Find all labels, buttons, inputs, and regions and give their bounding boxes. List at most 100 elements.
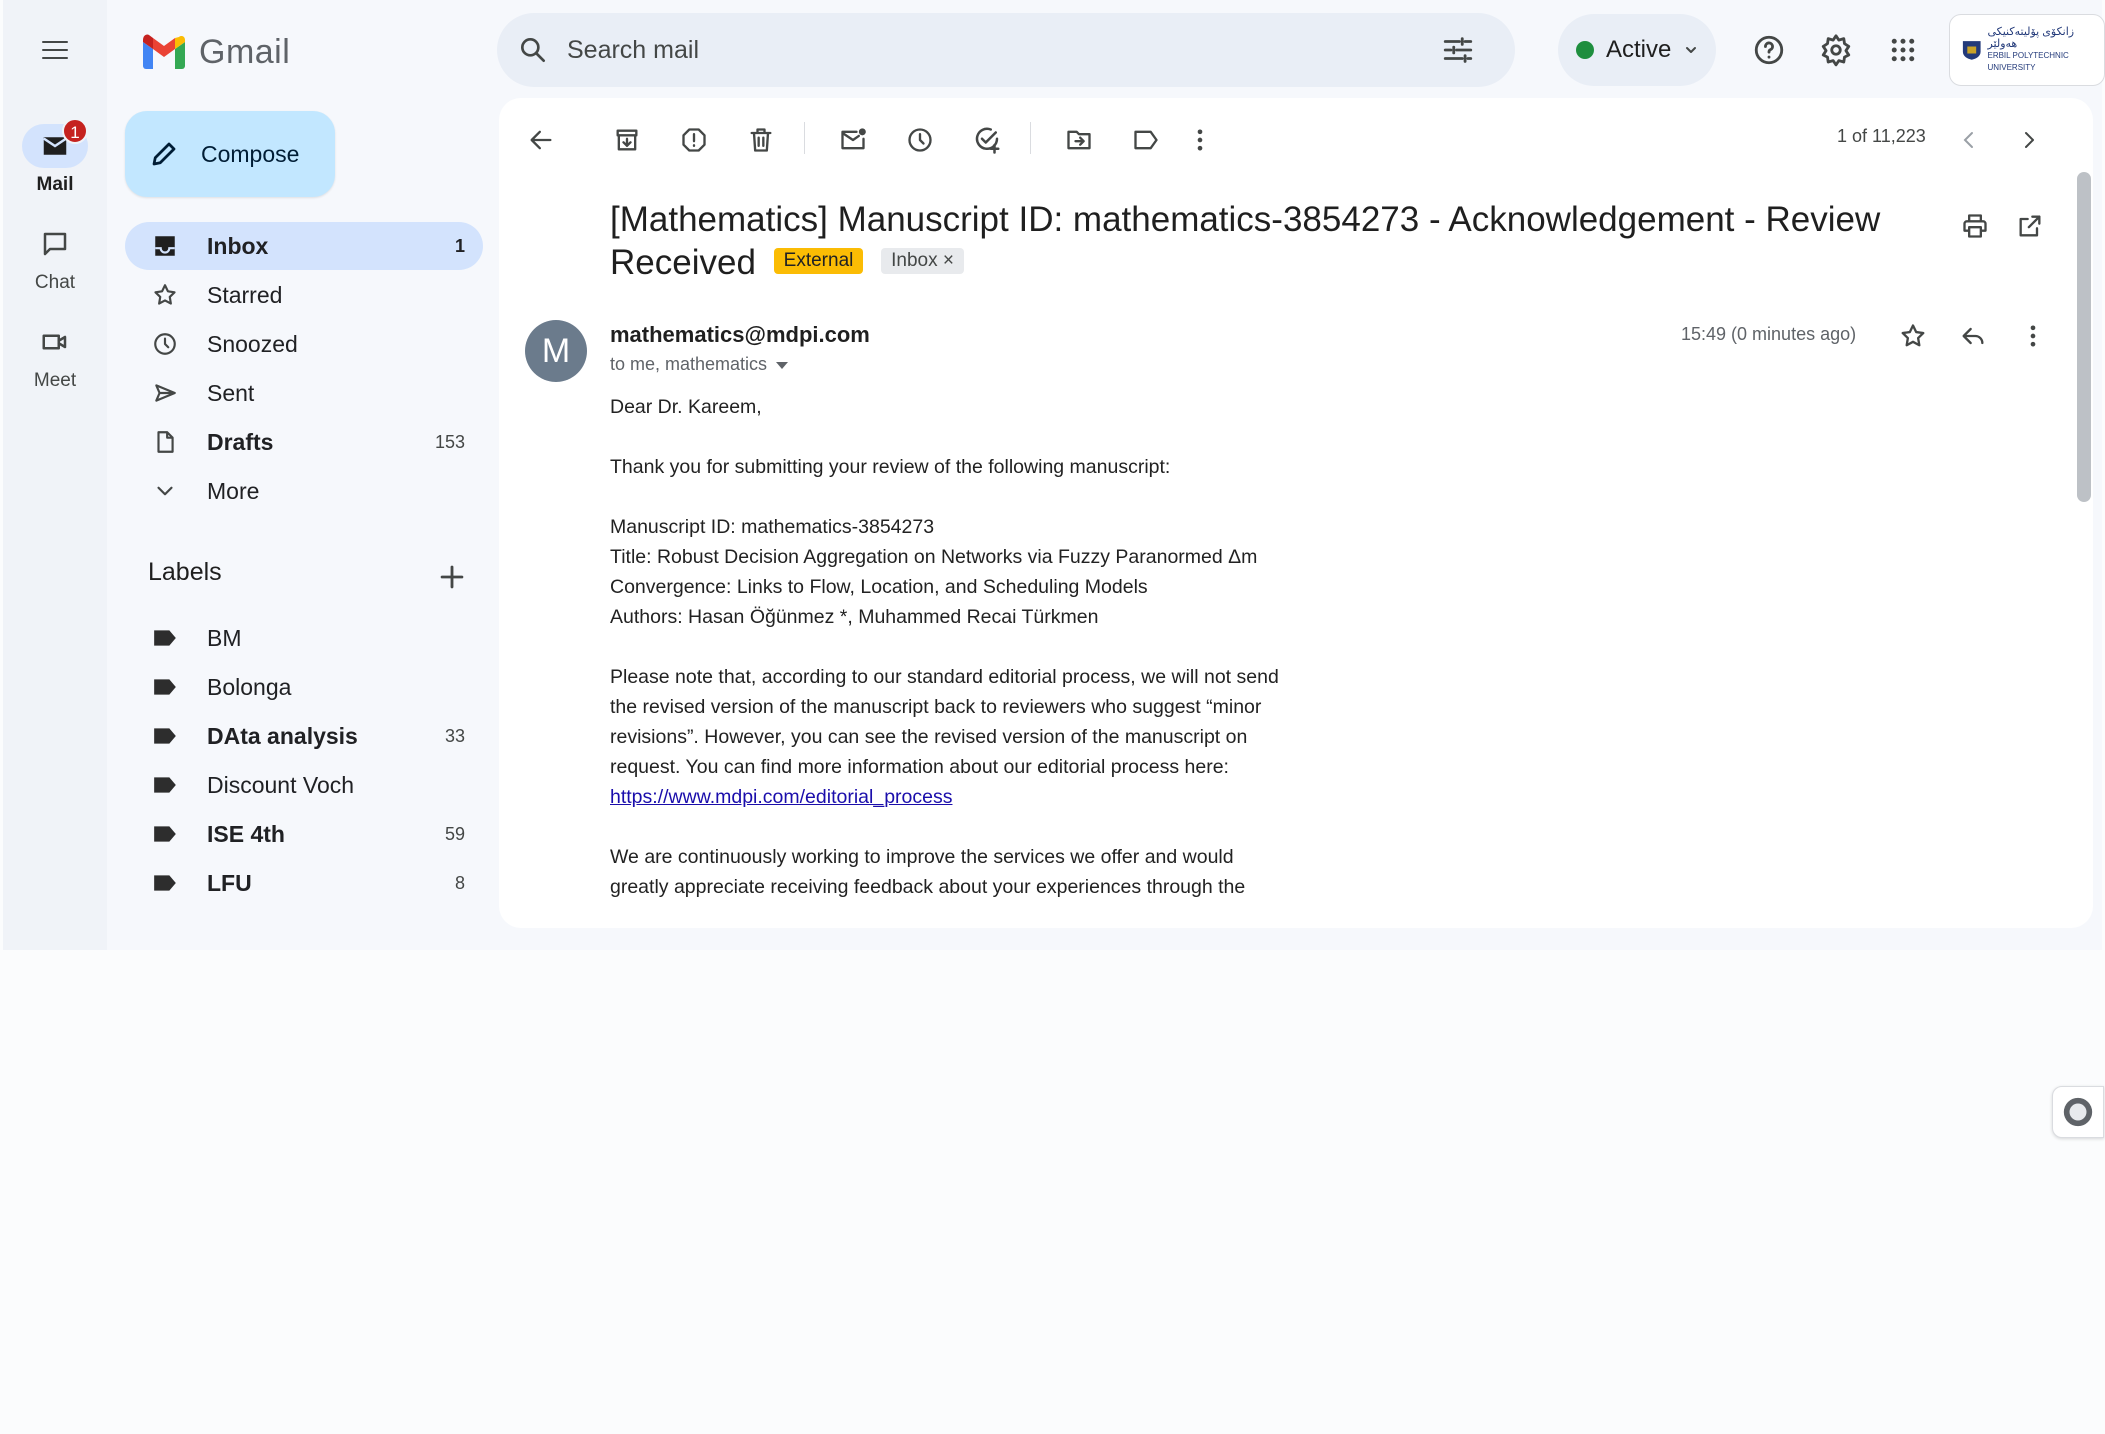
reply-button[interactable] <box>1953 316 1993 356</box>
main-menu-button[interactable] <box>35 30 75 70</box>
label-tag-icon <box>154 728 176 744</box>
reply-icon <box>1962 327 1984 345</box>
labels-heading: Labels <box>148 558 222 586</box>
nav-sent[interactable]: Sent <box>125 369 483 417</box>
message-scrollbar[interactable] <box>2077 172 2091 502</box>
status-dropdown[interactable]: Active <box>1558 14 1716 86</box>
search-bar[interactable] <box>497 13 1515 87</box>
nav-drafts[interactable]: Drafts 153 <box>125 418 483 466</box>
message-more-button[interactable] <box>2013 316 2053 356</box>
label-item-lfu[interactable]: LFU 8 <box>125 859 483 907</box>
plus-icon <box>440 565 464 589</box>
rail-mail[interactable]: 1 Mail <box>3 118 107 196</box>
nav-starred[interactable]: Starred <box>125 271 483 319</box>
recipients[interactable]: to me, mathematics <box>610 354 789 375</box>
external-chip: External <box>773 247 864 274</box>
add-to-tasks-button[interactable] <box>967 120 1007 160</box>
body-manuscript-details: Manuscript ID: mathematics-3854273 Title… <box>610 512 1290 632</box>
add-task-icon <box>975 127 1000 154</box>
chevron-left-icon <box>1963 132 1973 148</box>
settings-button[interactable] <box>1814 28 1858 72</box>
label-item-label: LFU <box>207 869 252 896</box>
label-item-count: 59 <box>444 823 465 844</box>
nav-inbox[interactable]: Inbox 1 <box>125 222 483 270</box>
sender-address[interactable]: mathematics@mdpi.com <box>610 322 870 348</box>
account-button[interactable]: زانکۆی پۆلیتەکنیکی هەولێر ERBIL POLYTECH… <box>1949 14 2105 86</box>
help-button[interactable] <box>1747 28 1791 72</box>
label-item-label: ISE 4th <box>207 820 285 847</box>
body-greeting: Dear Dr. Kareem, <box>610 396 762 418</box>
compose-label: Compose <box>201 140 300 167</box>
editorial-process-link[interactable]: https://www.mdpi.com/editorial_process <box>610 786 952 808</box>
label-item-label: Bolonga <box>207 673 292 700</box>
sender-avatar[interactable]: M <box>525 320 587 382</box>
gear-icon <box>1821 34 1851 67</box>
label-item-discount-voch[interactable]: Discount Voch <box>125 761 483 809</box>
star-button[interactable] <box>1893 316 1933 356</box>
label-item-label: BM <box>207 624 242 651</box>
draft-icon <box>157 431 174 453</box>
archive-button[interactable] <box>607 120 647 160</box>
print-button[interactable] <box>1955 206 1995 246</box>
label-item-bolonga[interactable]: Bolonga <box>125 663 483 711</box>
nav-drafts-count: 153 <box>434 431 465 452</box>
nav-more-label: More <box>207 477 260 504</box>
label-item-ise-4th[interactable]: ISE 4th 59 <box>125 810 483 858</box>
tune-icon <box>1443 37 1473 63</box>
label-outline-icon <box>1134 130 1158 150</box>
search-options-button[interactable] <box>1441 33 1475 67</box>
delete-button[interactable] <box>741 120 781 160</box>
star-icon <box>154 284 176 305</box>
nav-starred-label: Starred <box>207 281 283 308</box>
rail-meet[interactable]: Meet <box>3 320 107 392</box>
chat-icon <box>43 232 67 256</box>
inbox-chip-label: Inbox <box>891 249 938 271</box>
nav-snoozed[interactable]: Snoozed <box>125 320 483 368</box>
send-icon <box>155 384 176 402</box>
newer-button[interactable] <box>1949 120 1989 160</box>
mark-unread-button[interactable] <box>833 120 873 160</box>
inbox-icon <box>155 236 175 256</box>
create-label-button[interactable] <box>435 560 469 594</box>
report-icon <box>682 128 706 152</box>
report-spam-button[interactable] <box>674 120 714 160</box>
label-item-data-analysis[interactable]: DAta analysis 33 <box>125 712 483 760</box>
apps-grid-icon <box>1891 38 1915 62</box>
labels-button[interactable] <box>1126 120 1166 160</box>
trash-icon <box>750 128 772 152</box>
label-tag-icon <box>154 630 176 646</box>
inbox-chip[interactable]: Inbox × <box>881 247 964 274</box>
search-icon <box>521 37 545 62</box>
compose-button[interactable]: Compose <box>125 111 335 197</box>
star-icon <box>1901 324 1925 347</box>
back-button[interactable] <box>521 120 561 160</box>
older-button[interactable] <box>2009 120 2049 160</box>
side-panel-toggle[interactable] <box>2052 1086 2104 1138</box>
rail-mail-label: Mail <box>36 174 74 195</box>
chevron-down-icon <box>1686 47 1697 53</box>
email-subject: [Mathematics] Manuscript ID: mathematics… <box>610 198 1890 284</box>
gmail-logo[interactable]: Gmail <box>141 24 290 80</box>
apps-button[interactable] <box>1881 28 1925 72</box>
nav-more[interactable]: More <box>125 467 483 515</box>
rail-chat[interactable]: Chat <box>3 222 107 294</box>
body-feedback: We are continuously working to improve t… <box>610 846 1246 898</box>
search-button[interactable] <box>517 34 549 66</box>
more-actions-button[interactable] <box>1180 120 1220 160</box>
email-timestamp: 15:49 (0 minutes ago) <box>1681 324 1857 344</box>
clock-icon <box>154 333 176 355</box>
snooze-button[interactable] <box>900 120 940 160</box>
org-logo-text: زانکۆی پۆلیتەکنیکی هەولێر ERBIL POLYTECH… <box>1987 26 2075 72</box>
hamburger-icon <box>42 41 68 59</box>
search-input[interactable] <box>567 35 1397 65</box>
caret-down-icon[interactable] <box>775 360 789 370</box>
remove-label-icon[interactable]: × <box>943 250 954 271</box>
label-item-bm[interactable]: BM <box>125 614 483 662</box>
email-body: Dear Dr. Kareem, Thank you for submittin… <box>610 392 1290 928</box>
mail-unread-badge: 1 <box>62 118 88 144</box>
print-icon <box>1963 214 1987 238</box>
move-folder-icon <box>1067 130 1091 150</box>
open-new-window-button[interactable] <box>2010 206 2050 246</box>
body-note: Please note that, according to our stand… <box>610 662 1290 812</box>
move-to-button[interactable] <box>1059 120 1099 160</box>
